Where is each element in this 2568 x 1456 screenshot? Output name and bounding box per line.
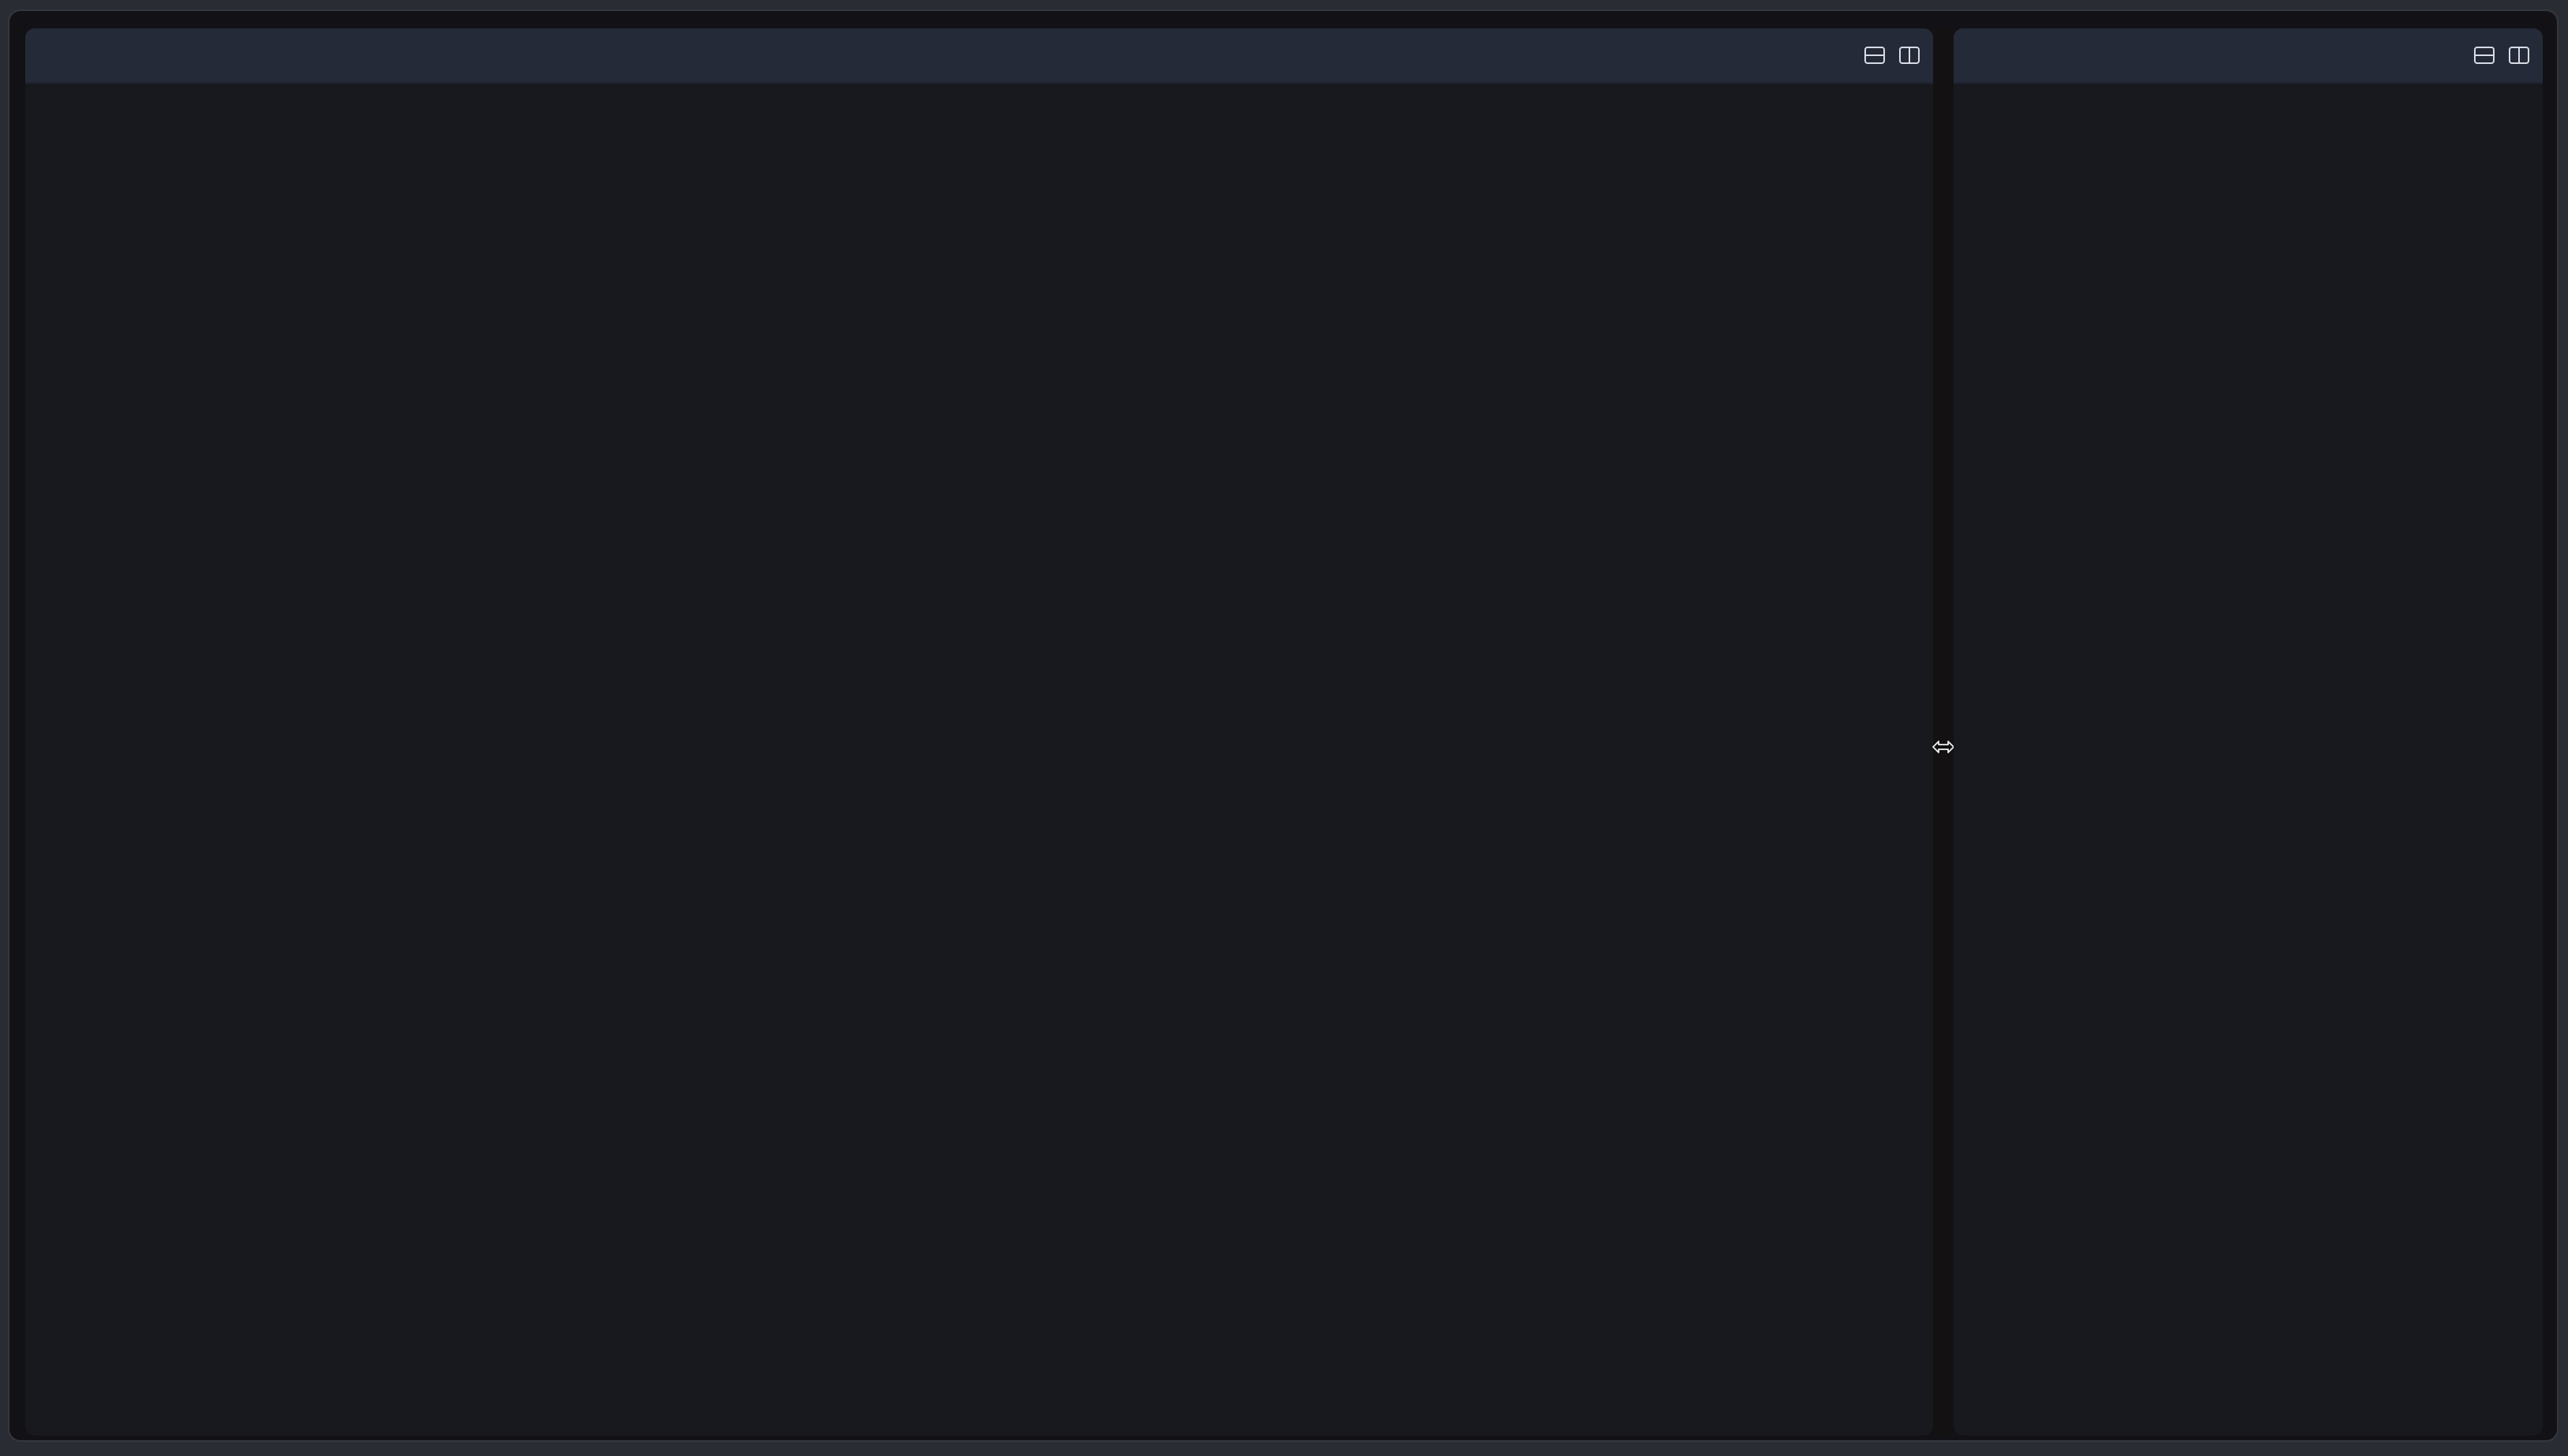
pane-resize-divider[interactable] [1932,28,1955,1435]
left-pane-actions [1864,44,1920,66]
right-pane-actions [2473,44,2530,66]
split-vertical-icon [2509,47,2529,64]
split-vertical-button[interactable] [2508,44,2530,66]
split-horizontal-button[interactable] [1864,44,1886,66]
split-horizontal-button[interactable] [2473,44,2495,66]
right-pane-header [1954,28,2543,84]
split-horizontal-icon [1864,47,1885,64]
app-window [8,9,2559,1442]
split-horizontal-icon [2474,47,2495,64]
left-pane[interactable] [25,28,1933,1435]
resize-horizontal-cursor-icon [1932,737,1955,756]
left-pane-header [25,28,1933,84]
split-vertical-icon [1899,47,1920,64]
split-vertical-button[interactable] [1898,44,1920,66]
right-pane[interactable] [1954,28,2543,1435]
